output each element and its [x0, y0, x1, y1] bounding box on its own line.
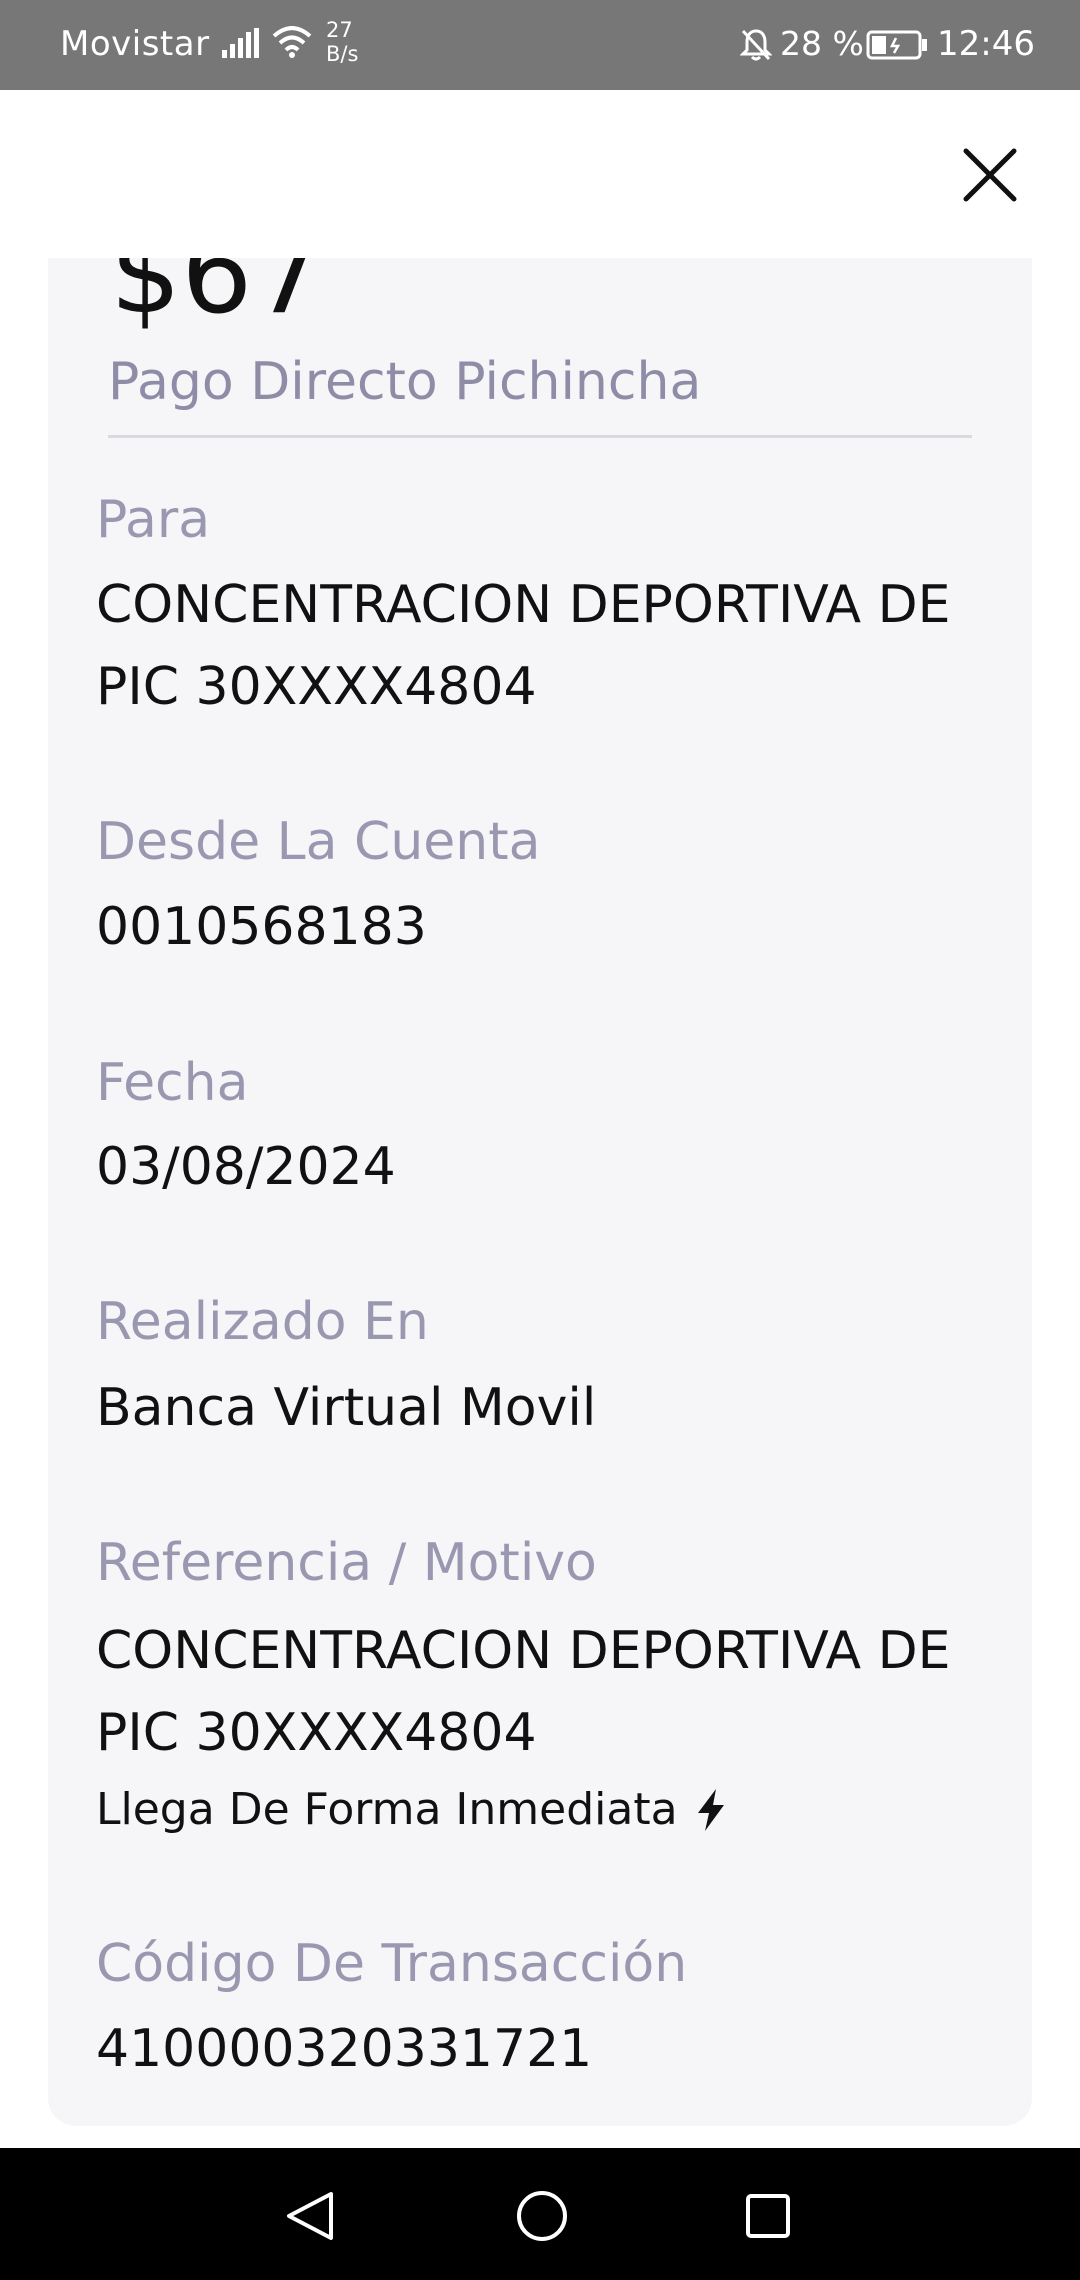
network-speed-value: 27: [326, 18, 353, 42]
lightning-icon: [697, 1788, 724, 1831]
source-account-label: Desde La Cuenta: [96, 812, 541, 872]
channel-label: Realizado En: [96, 1292, 429, 1352]
close-icon: [963, 148, 1017, 202]
navigation-bar: [0, 2148, 1080, 2280]
reference-value: CONCENTRACION DEPORTIVA DE PIC 30XXXX480…: [96, 1621, 951, 1763]
transaction-detail-card: $67 Pago Directo Pichincha Para CONCENTR…: [48, 258, 1032, 2126]
battery-icon: [866, 30, 928, 64]
delivery-note-text: Llega De Forma Inmediata: [96, 1784, 678, 1835]
recents-square-icon: [746, 2194, 790, 2238]
channel-value: Banca Virtual Movil: [96, 1378, 597, 1438]
transaction-amount: $67: [110, 258, 324, 339]
recents-button[interactable]: [744, 2192, 792, 2244]
recipient-value: CONCENTRACION DEPORTIVA DE PIC 30XXXX480…: [96, 575, 951, 717]
transaction-code-label: Código De Transacción: [96, 1934, 688, 1994]
signal-icon: [222, 28, 260, 62]
close-button[interactable]: [950, 140, 1030, 210]
transaction-code-value: 410000320331721: [96, 2019, 593, 2079]
battery-percent: 28 %: [780, 24, 864, 63]
source-account-value: 0010568183: [96, 897, 427, 957]
wifi-icon: [272, 26, 312, 62]
divider: [108, 435, 972, 438]
carrier-name: Movistar: [60, 24, 210, 64]
payment-type: Pago Directo Pichincha: [108, 352, 702, 412]
reference-label: Referencia / Motivo: [96, 1533, 597, 1593]
network-speed-unit: B/s: [326, 42, 359, 66]
clock: 12:46: [937, 24, 1035, 64]
home-button[interactable]: [514, 2188, 570, 2248]
delivery-note: Llega De Forma Inmediata: [96, 1784, 726, 1835]
network-speed: 27 B/s: [326, 18, 358, 66]
back-button[interactable]: [283, 2188, 339, 2248]
bell-muted-icon: [739, 28, 773, 66]
back-triangle-icon: [287, 2192, 333, 2240]
date-label: Fecha: [96, 1053, 249, 1113]
status-bar: Movistar 27 B/s 28 % 12:46: [0, 0, 1080, 90]
recipient-label: Para: [96, 490, 211, 550]
date-value: 03/08/2024: [96, 1137, 396, 1197]
home-circle-icon: [517, 2191, 567, 2241]
